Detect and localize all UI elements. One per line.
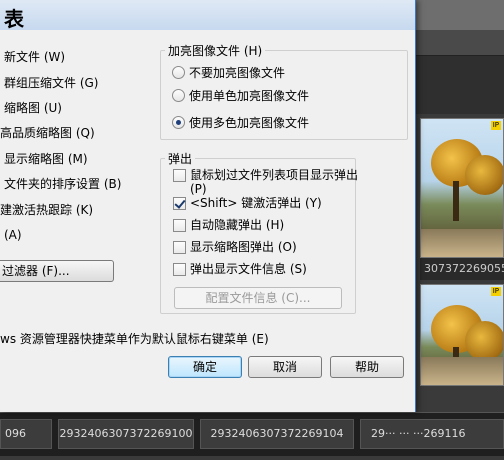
checkbox-hover-popup[interactable]: 鼠标划过文件列表项目显示弹出 (P): [173, 168, 360, 196]
highlight-images-group-label: 加亮图像文件 (H): [165, 42, 266, 59]
file-name-cell[interactable]: 29··· ··· ···269116: [360, 419, 504, 449]
checkbox-indicator[interactable]: [173, 241, 186, 254]
radio-indicator[interactable]: [172, 89, 185, 102]
checkbox-thumbnail-popup[interactable]: 显示缩略图弹出 (O): [173, 240, 297, 254]
app-toolbar-secondary: [416, 30, 504, 56]
checkbox-label: <Shift> 键激活弹出 (Y): [190, 196, 322, 210]
checkbox-indicator[interactable]: [173, 169, 186, 182]
thumbnail-image[interactable]: IP: [420, 284, 504, 386]
radio-multi-color-highlight[interactable]: 使用多色加亮图像文件: [172, 114, 309, 131]
option-thumbnails[interactable]: 缩略图 (U): [4, 99, 62, 116]
help-button[interactable]: 帮助: [330, 356, 404, 378]
checkbox-shift-popup[interactable]: <Shift> 键激活弹出 (Y): [173, 196, 322, 210]
radio-label: 使用单色加亮图像文件: [189, 89, 310, 103]
checkbox-label: 鼠标划过文件列表项目显示弹出 (P): [190, 168, 359, 196]
option-explorer-context-menu[interactable]: ws 资源管理器快捷菜单作为默认鼠标右键菜单 (E): [0, 330, 269, 347]
thumbnail-badge: IP: [490, 121, 501, 130]
configure-file-info-button[interactable]: 配置文件信息 (C)...: [174, 287, 342, 309]
thumbnail-image[interactable]: IP: [420, 118, 504, 258]
checkbox-indicator[interactable]: [173, 219, 186, 232]
option-hq-thumbnails[interactable]: 高品质缩略图 (Q): [0, 124, 95, 141]
option-a[interactable]: (A): [4, 228, 22, 242]
checkbox-file-info-popup[interactable]: 弹出显示文件信息 (S): [173, 262, 307, 276]
thumbnail-caption: 307372269055: [420, 258, 504, 280]
popup-group-label: 弹出: [165, 150, 196, 167]
app-toolbar: [416, 0, 504, 30]
checkbox-indicator[interactable]: [173, 263, 186, 276]
radio-label: 使用多色加亮图像文件: [189, 116, 310, 130]
checkbox-label: 自动隐藏弹出 (H): [190, 218, 285, 232]
dialog-title-bar: 表: [0, 0, 415, 31]
file-name-cell[interactable]: 2932406307372269104: [200, 419, 354, 449]
option-new-file[interactable]: 新文件 (W): [4, 48, 65, 65]
file-name-cell[interactable]: 096: [0, 419, 52, 449]
checkbox-label: 弹出显示文件信息 (S): [190, 262, 307, 276]
checkbox-auto-hide-popup[interactable]: 自动隐藏弹出 (H): [173, 218, 284, 232]
filter-button[interactable]: 过滤器 (F)...: [0, 260, 114, 282]
option-show-thumbnails[interactable]: 显示缩略图 (M): [4, 150, 88, 167]
file-name-cell[interactable]: 2932406307372269100: [58, 419, 194, 449]
radio-indicator[interactable]: [172, 116, 185, 129]
radio-indicator[interactable]: [172, 66, 185, 79]
options-dialog: 表 新文件 (W) 群组压缩文件 (G) 缩略图 (U) 高品质缩略图 (Q) …: [0, 0, 416, 412]
option-folder-sort[interactable]: 文件夹的排序设置 (B): [4, 175, 121, 192]
option-group-archive[interactable]: 群组压缩文件 (G): [4, 74, 98, 91]
file-name-row: 096 2932406307372269100 2932406307372269…: [0, 412, 504, 456]
option-hot-tracking[interactable]: 建激活热跟踪 (K): [0, 201, 93, 218]
radio-no-highlight[interactable]: 不要加亮图像文件: [172, 64, 285, 81]
thumbnail-badge: IP: [490, 287, 501, 296]
radio-single-color-highlight[interactable]: 使用单色加亮图像文件: [172, 87, 309, 104]
radio-label: 不要加亮图像文件: [189, 66, 286, 80]
checkbox-label: 显示缩略图弹出 (O): [190, 240, 297, 254]
checkbox-indicator[interactable]: [173, 197, 186, 210]
dialog-title: 表: [4, 7, 24, 31]
app-panel: [416, 56, 504, 114]
cancel-button[interactable]: 取消: [248, 356, 322, 378]
ok-button[interactable]: 确定: [168, 356, 242, 378]
